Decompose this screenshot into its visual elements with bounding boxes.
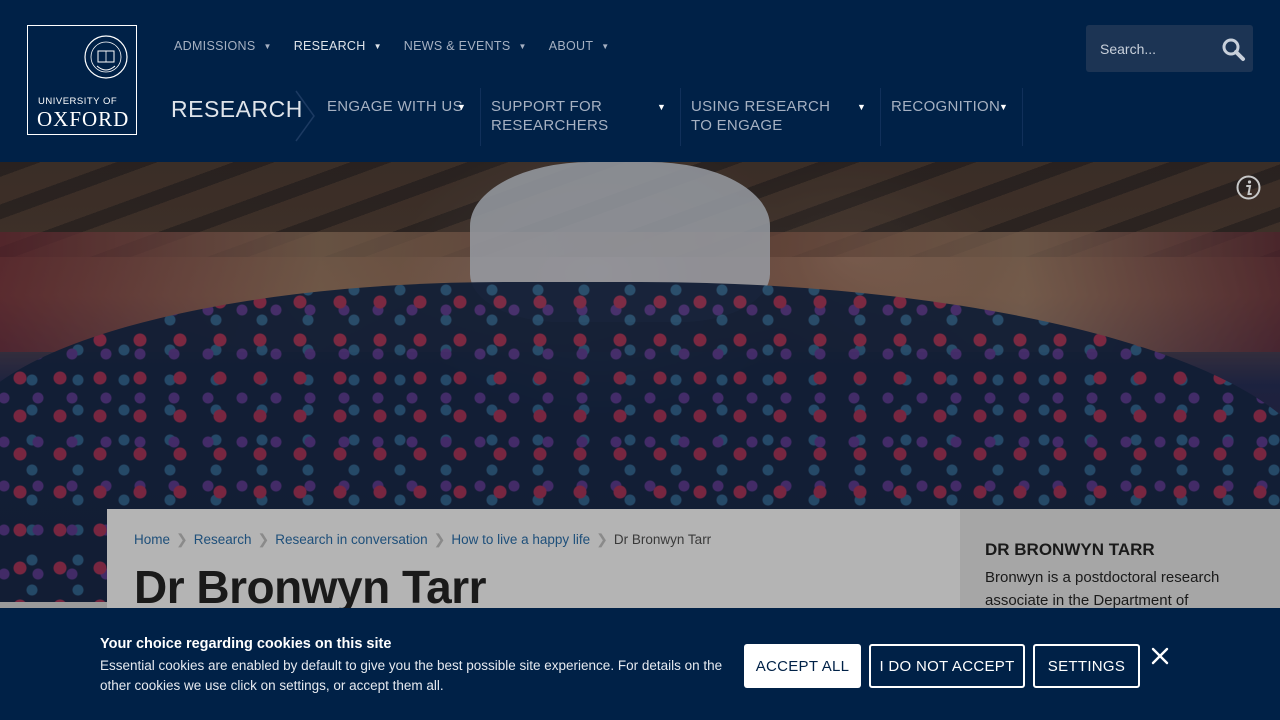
sidebar-text: Bronwyn is a postdoctoral research assoc… — [985, 569, 1220, 609]
section-navigation: ENGAGE WITH US ▼ SUPPORT FOR RESEARCHERS… — [317, 88, 1023, 146]
breadcrumb-current: Dr Bronwyn Tarr — [613, 532, 712, 547]
topnav-admissions-label: ADMISSIONS — [174, 39, 256, 53]
breadcrumb-how-to-live[interactable]: How to live a happy life — [451, 532, 590, 547]
subnav-engage-with-us[interactable]: ENGAGE WITH US ▼ — [317, 88, 481, 146]
search-icon[interactable] — [1220, 36, 1246, 62]
sidebar-title: DR BRONWYN TARR — [985, 540, 1155, 559]
top-navigation: ADMISSIONS ▼ RESEARCH ▼ NEWS & EVENTS ▼ ABO… — [174, 39, 610, 53]
section-title[interactable]: RESEARCH — [171, 96, 303, 123]
chevron-right-icon: ❯ — [433, 531, 446, 547]
breadcrumb-research-in-conversation[interactable]: Research in conversation — [275, 532, 427, 547]
caret-down-icon: ▼ — [857, 102, 867, 112]
breadcrumb: Home ❯ Research ❯ Research in conversati… — [134, 531, 711, 548]
subnav-recognition-label: RECOGNITION — [891, 98, 1001, 115]
breadcrumb-research[interactable]: Research — [194, 532, 252, 547]
accept-all-button[interactable]: ACCEPT ALL — [744, 644, 861, 688]
page-title: Dr Bronwyn Tarr — [134, 561, 487, 613]
caret-down-icon: ▼ — [457, 102, 467, 112]
caret-down-icon: ▼ — [999, 102, 1009, 112]
search-box — [1086, 25, 1253, 72]
breadcrumb-home[interactable]: Home — [134, 532, 170, 547]
close-icon[interactable] — [1150, 646, 1170, 666]
decline-button[interactable]: I DO NOT ACCEPT — [869, 644, 1025, 688]
topnav-news-events-label: NEWS & EVENTS — [403, 39, 511, 53]
caret-down-icon: ▼ — [263, 41, 272, 51]
cookie-title: Your choice regarding cookies on this si… — [100, 636, 392, 652]
subnav-support-label: SUPPORT FOR RESEARCHERS — [491, 98, 609, 134]
subnav-engage-with-us-label: ENGAGE WITH US — [327, 98, 463, 115]
info-icon[interactable] — [1236, 175, 1261, 200]
chevron-right-icon: ❯ — [596, 531, 608, 547]
topnav-research[interactable]: RESEARCH ▼ — [294, 39, 382, 53]
caret-down-icon: ▼ — [518, 41, 527, 51]
caret-down-icon: ▼ — [601, 41, 610, 51]
subnav-support-for-researchers[interactable]: SUPPORT FOR RESEARCHERS ▼ — [481, 88, 681, 146]
caret-down-icon: ▼ — [373, 41, 382, 51]
chevron-right-icon — [295, 90, 315, 142]
caret-down-icon: ▼ — [657, 102, 667, 112]
cookie-settings-button[interactable]: SETTINGS — [1033, 644, 1140, 688]
oxford-logo[interactable]: UNIVERSITY OF OXFORD — [27, 25, 137, 135]
subnav-using-research-label: USING RESEARCH TO ENGAGE — [691, 98, 831, 134]
logo-university-of: UNIVERSITY OF — [38, 96, 118, 107]
search-input[interactable] — [1086, 25, 1216, 72]
topnav-news-events[interactable]: NEWS & EVENTS ▼ — [404, 39, 527, 53]
university-crest-icon — [84, 35, 128, 79]
topnav-admissions[interactable]: ADMISSIONS ▼ — [174, 39, 272, 53]
chevron-right-icon: ❯ — [176, 531, 188, 547]
cookie-banner: Your choice regarding cookies on this si… — [0, 608, 1280, 720]
topnav-about-label: ABOUT — [548, 39, 594, 53]
cookie-text: Essential cookies are enabled by default… — [100, 658, 723, 693]
chevron-right-icon: ❯ — [257, 531, 270, 547]
subnav-recognition[interactable]: RECOGNITION ▼ — [881, 88, 1023, 146]
site-header: UNIVERSITY OF OXFORD ADMISSIONS ▼ RESEARC… — [0, 0, 1280, 162]
subnav-using-research-to-engage[interactable]: USING RESEARCH TO ENGAGE ▼ — [681, 88, 881, 146]
logo-oxford: OXFORD — [37, 107, 130, 131]
topnav-about[interactable]: ABOUT ▼ — [549, 39, 610, 53]
topnav-research-label: RESEARCH — [293, 39, 366, 53]
